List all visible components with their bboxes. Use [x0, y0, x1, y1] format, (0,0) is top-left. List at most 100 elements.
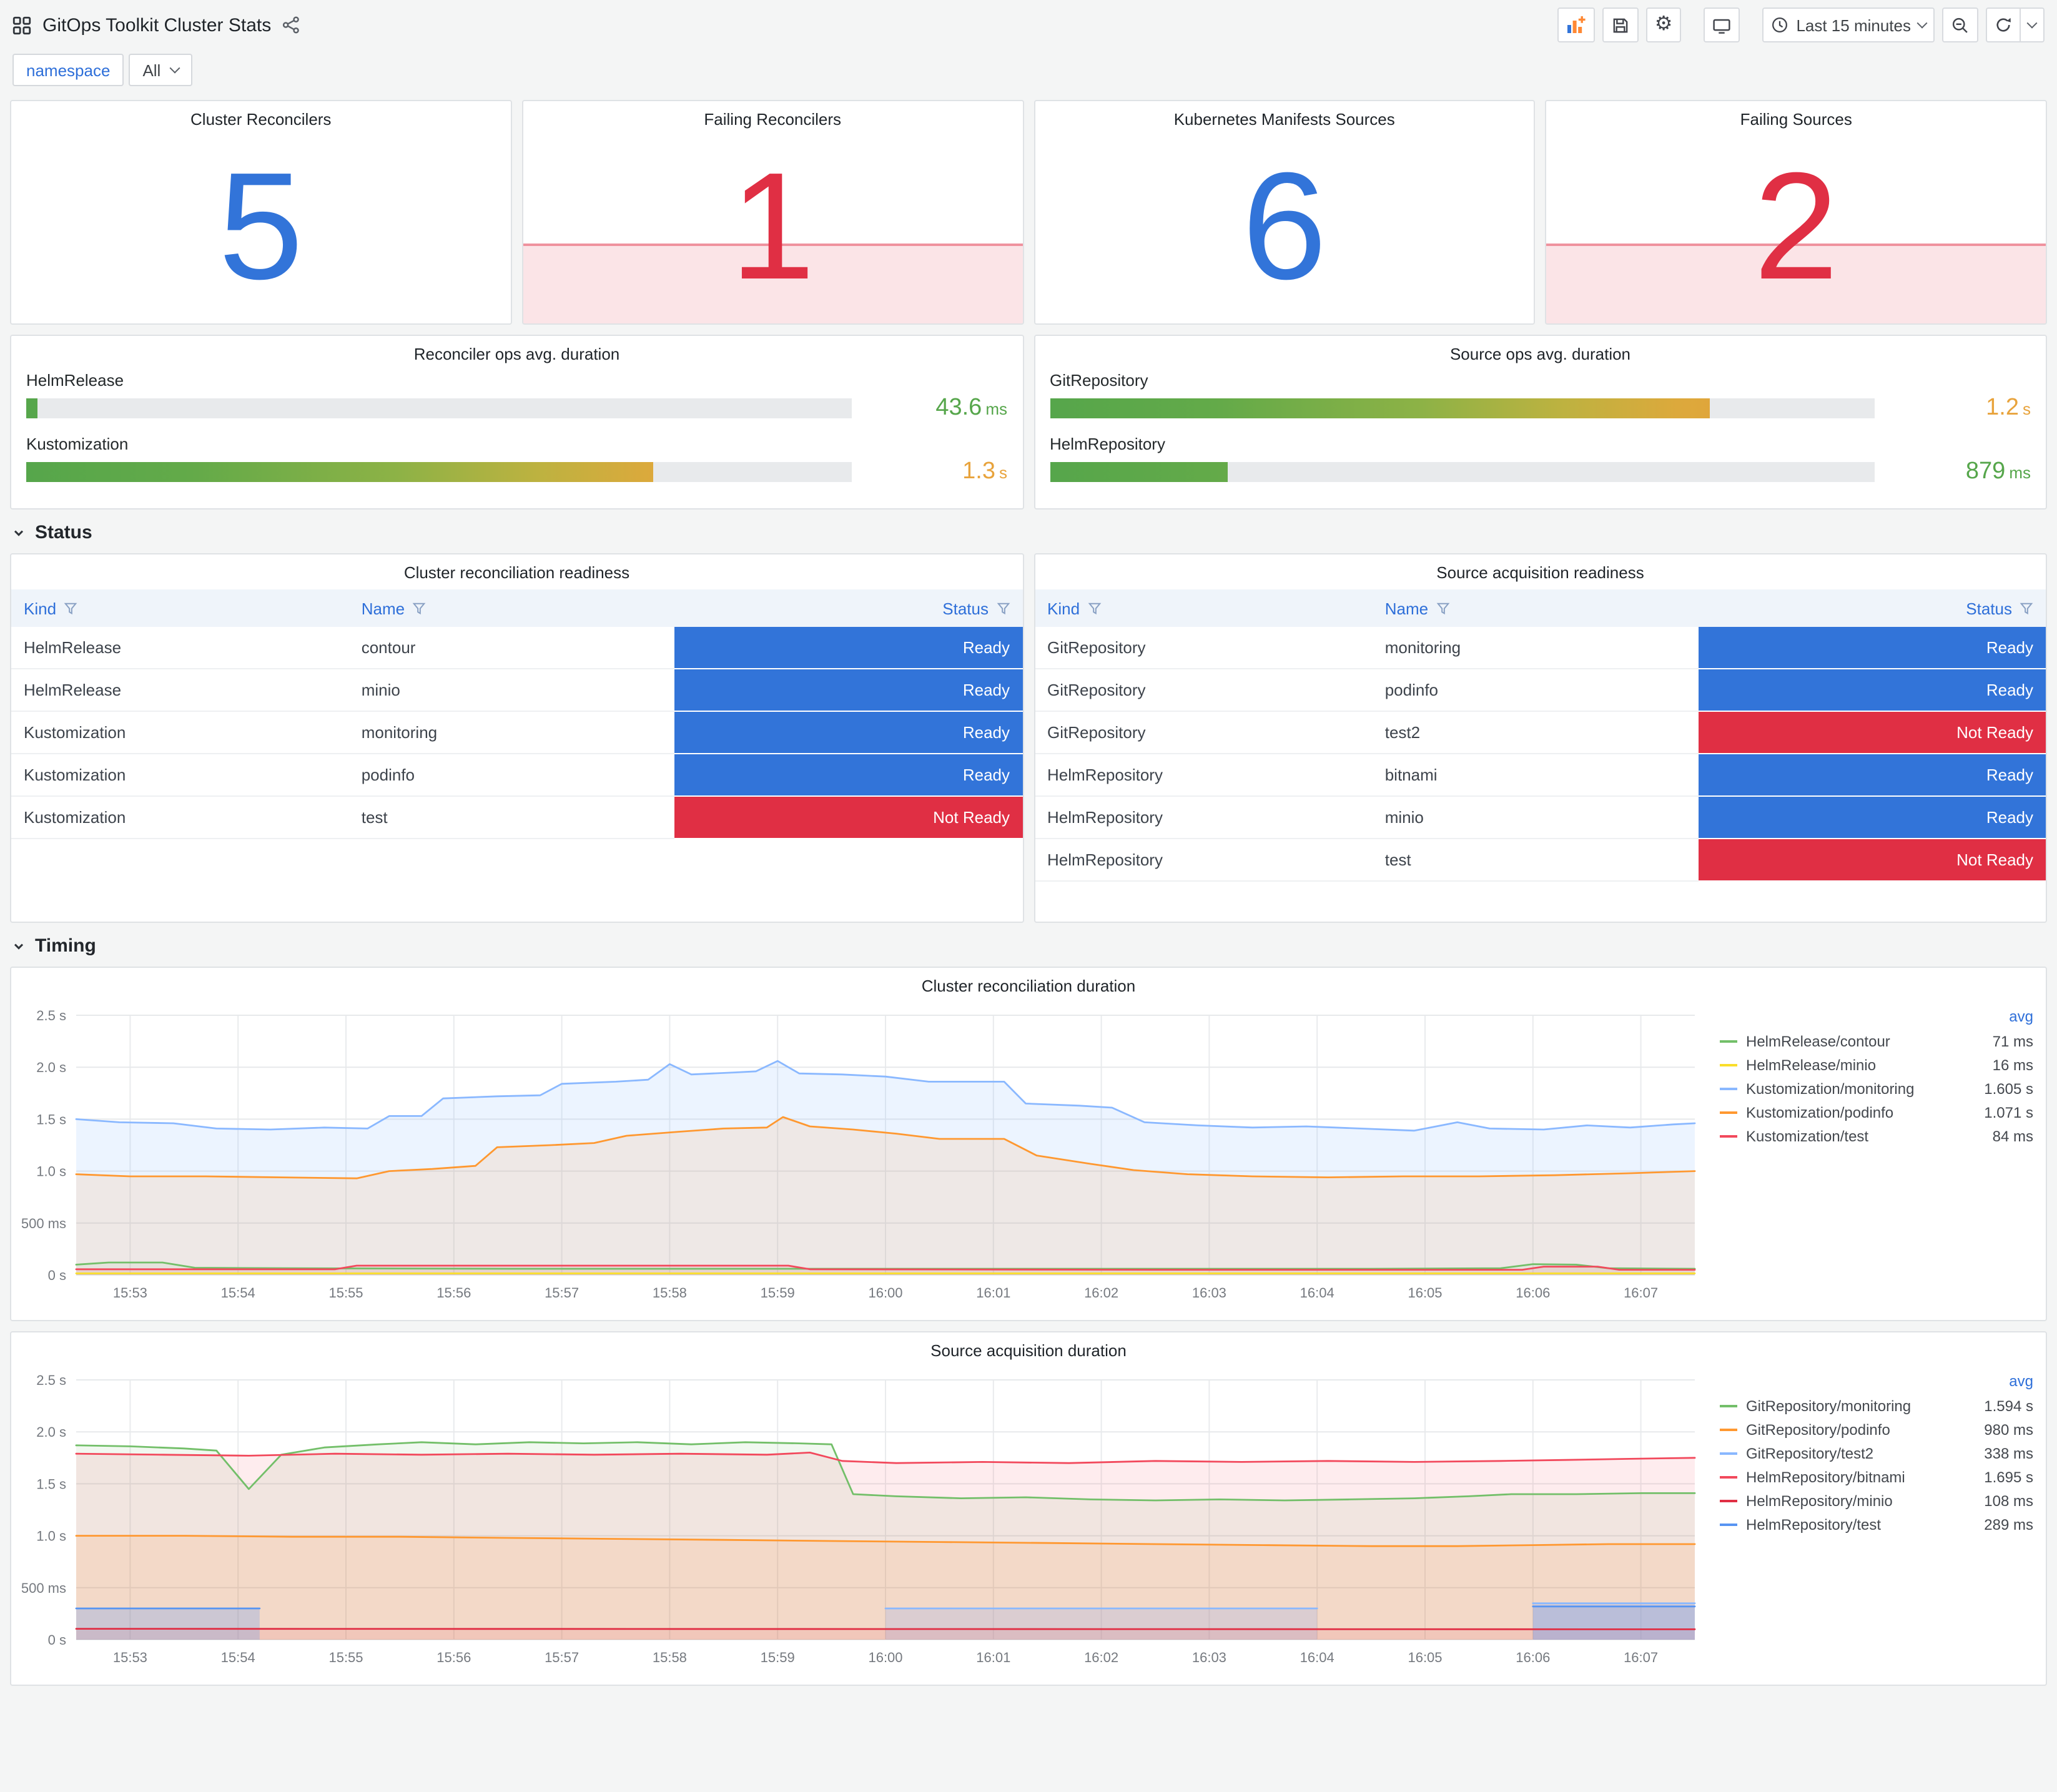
svg-text:15:56: 15:56: [437, 1285, 471, 1301]
cell-kind: Kustomization: [11, 712, 349, 754]
refresh-button[interactable]: [1987, 9, 2020, 41]
legend-series-name[interactable]: HelmRepository/test: [1746, 1515, 1881, 1533]
svg-text:15:59: 15:59: [761, 1650, 795, 1665]
filter-funnel-icon[interactable]: [64, 601, 77, 615]
stat-panel-title: Kubernetes Manifests Sources: [1173, 110, 1395, 129]
svg-text:15:58: 15:58: [653, 1285, 687, 1301]
legend-avg-value: 980 ms: [1984, 1420, 2033, 1438]
chevron-down-icon: [14, 529, 24, 536]
gauge-bar-track: [1050, 398, 1875, 418]
svg-text:15:54: 15:54: [221, 1650, 255, 1665]
variable-label-namespace[interactable]: namespace: [12, 54, 124, 86]
cell-status: Not Ready: [1698, 712, 2046, 754]
cell-kind: HelmRelease: [11, 669, 349, 712]
legend-series-name[interactable]: HelmRelease/minio: [1746, 1056, 1876, 1073]
series-color-swatch: [1720, 1040, 1737, 1042]
svg-text:500 ms: 500 ms: [21, 1216, 66, 1231]
svg-text:16:03: 16:03: [1192, 1650, 1226, 1665]
cell-status: Ready: [674, 669, 1022, 712]
variable-value-text: All: [142, 61, 161, 79]
stat-value: 1: [730, 141, 816, 311]
series-color-swatch: [1720, 1452, 1737, 1454]
refresh-icon: [1996, 17, 2011, 32]
legend-series-name[interactable]: Kustomization/monitoring: [1746, 1080, 1914, 1097]
chevron-down-icon: [169, 62, 180, 74]
svg-text:15:53: 15:53: [113, 1285, 147, 1301]
zoom-out-button[interactable]: [1942, 7, 1978, 42]
series-color-swatch: [1720, 1087, 1737, 1090]
gauge-panels-row: Reconciler ops avg. duration HelmRelease 4…: [10, 335, 2047, 510]
time-range-picker[interactable]: Last 15 minutes: [1762, 7, 1935, 42]
cell-kind: GitRepository: [1035, 712, 1373, 754]
legend-series-name[interactable]: HelmRepository/minio: [1746, 1492, 1893, 1509]
readiness-table-panel: Source acquisition readiness Kind Name Stat…: [1033, 553, 2047, 923]
column-header-kind[interactable]: Kind: [1035, 599, 1373, 618]
refresh-split-button: [1986, 7, 2045, 42]
cell-name: contour: [348, 627, 675, 669]
add-panel-button[interactable]: [1557, 7, 1595, 42]
cell-status: Ready: [1698, 797, 2046, 839]
section-status[interactable]: Status: [12, 522, 2045, 543]
legend-series-name[interactable]: GitRepository/monitoring: [1746, 1397, 1911, 1414]
panel-title: Cluster reconciliation duration: [921, 977, 1136, 995]
column-header-status[interactable]: Status: [1698, 599, 2046, 618]
filter-funnel-icon[interactable]: [412, 601, 426, 615]
chart-body: 0 s 500 ms 1.0 s 1.5 s 2.0 s 2.5 s 15:53 15:54 1…: [11, 1360, 2046, 1677]
cell-kind: HelmRelease: [11, 627, 349, 669]
column-header-label: Status: [942, 599, 989, 618]
refresh-interval-dropdown[interactable]: [2020, 9, 2043, 41]
svg-text:2.0 s: 2.0 s: [36, 1060, 66, 1075]
stat-value: 6: [1241, 141, 1327, 311]
table-panels-row: Cluster reconciliation readiness Kind Name…: [10, 553, 2047, 923]
stat-panel-title: Cluster Reconcilers: [190, 110, 332, 129]
legend-avg-value: 1.594 s: [1984, 1397, 2033, 1414]
legend-series-name[interactable]: HelmRepository/bitnami: [1746, 1468, 1905, 1485]
column-header-label: Status: [1966, 599, 2012, 618]
dashboard-grid-icon[interactable]: [12, 16, 31, 34]
filter-funnel-icon[interactable]: [996, 601, 1010, 615]
stat-panel: Cluster Reconcilers 5: [10, 100, 512, 325]
variable-value-dropdown[interactable]: All: [129, 54, 192, 86]
legend-row: Kustomization/monitoring 1.605 s: [1720, 1076, 2033, 1100]
table-row: GitRepository monitoring Ready: [1035, 627, 2046, 669]
column-header-kind[interactable]: Kind: [11, 599, 349, 618]
column-header-status[interactable]: Status: [674, 599, 1022, 618]
svg-text:16:05: 16:05: [1408, 1285, 1442, 1301]
table-row: GitRepository test2 Not Ready: [1035, 712, 2046, 754]
svg-text:0 s: 0 s: [48, 1268, 66, 1283]
legend-series-name[interactable]: HelmRelease/contour: [1746, 1032, 1890, 1050]
svg-text:15:59: 15:59: [761, 1285, 795, 1301]
stat-value: 2: [1754, 141, 1839, 311]
share-icon[interactable]: [282, 16, 300, 34]
legend-series-name[interactable]: GitRepository/podinfo: [1746, 1420, 1890, 1438]
table-row: HelmRelease contour Ready: [11, 627, 1022, 669]
cycle-view-button[interactable]: [1704, 7, 1740, 42]
cell-status: Ready: [674, 712, 1022, 754]
svg-text:16:02: 16:02: [1084, 1285, 1118, 1301]
filter-funnel-icon[interactable]: [2020, 601, 2033, 615]
cell-name: test: [348, 797, 675, 839]
legend-row: Kustomization/podinfo 1.071 s: [1720, 1100, 2033, 1124]
filter-funnel-icon[interactable]: [1436, 601, 1449, 615]
chart-row: Source acquisition duration 0 s 500 ms 1.0 …: [10, 1331, 2047, 1686]
bar-gauge-panel: Reconciler ops avg. duration HelmRelease 4…: [10, 335, 1024, 510]
series-color-swatch: [1720, 1499, 1737, 1502]
legend-series-name[interactable]: Kustomization/test: [1746, 1127, 1868, 1145]
legend-series-name[interactable]: Kustomization/podinfo: [1746, 1103, 1893, 1121]
filter-funnel-icon[interactable]: [1087, 601, 1101, 615]
chevron-down-icon: [14, 943, 24, 949]
column-header-name[interactable]: Name: [349, 599, 674, 618]
dashboard-settings-button[interactable]: ⚙: [1645, 7, 1682, 42]
cell-status: Ready: [1698, 669, 2046, 712]
gauge-bar-fill: [26, 462, 653, 482]
gauge-row: GitRepository 1.2 s: [1050, 371, 2031, 422]
column-header-name[interactable]: Name: [1373, 599, 1698, 618]
gauge-row-label: HelmRelease: [26, 371, 124, 390]
section-timing[interactable]: Timing: [12, 935, 2045, 957]
legend-avg-value: 16 ms: [1992, 1056, 2033, 1073]
legend-row: GitRepository/test2 338 ms: [1720, 1441, 2033, 1465]
save-dashboard-button[interactable]: [1602, 7, 1639, 42]
legend-series-name[interactable]: GitRepository/test2: [1746, 1444, 1873, 1462]
time-series-chart: 0 s 500 ms 1.0 s 1.5 s 2.0 s 2.5 s 15:53 15:54 1…: [21, 1372, 1696, 1665]
legend-avg-value: 1.071 s: [1984, 1103, 2033, 1121]
